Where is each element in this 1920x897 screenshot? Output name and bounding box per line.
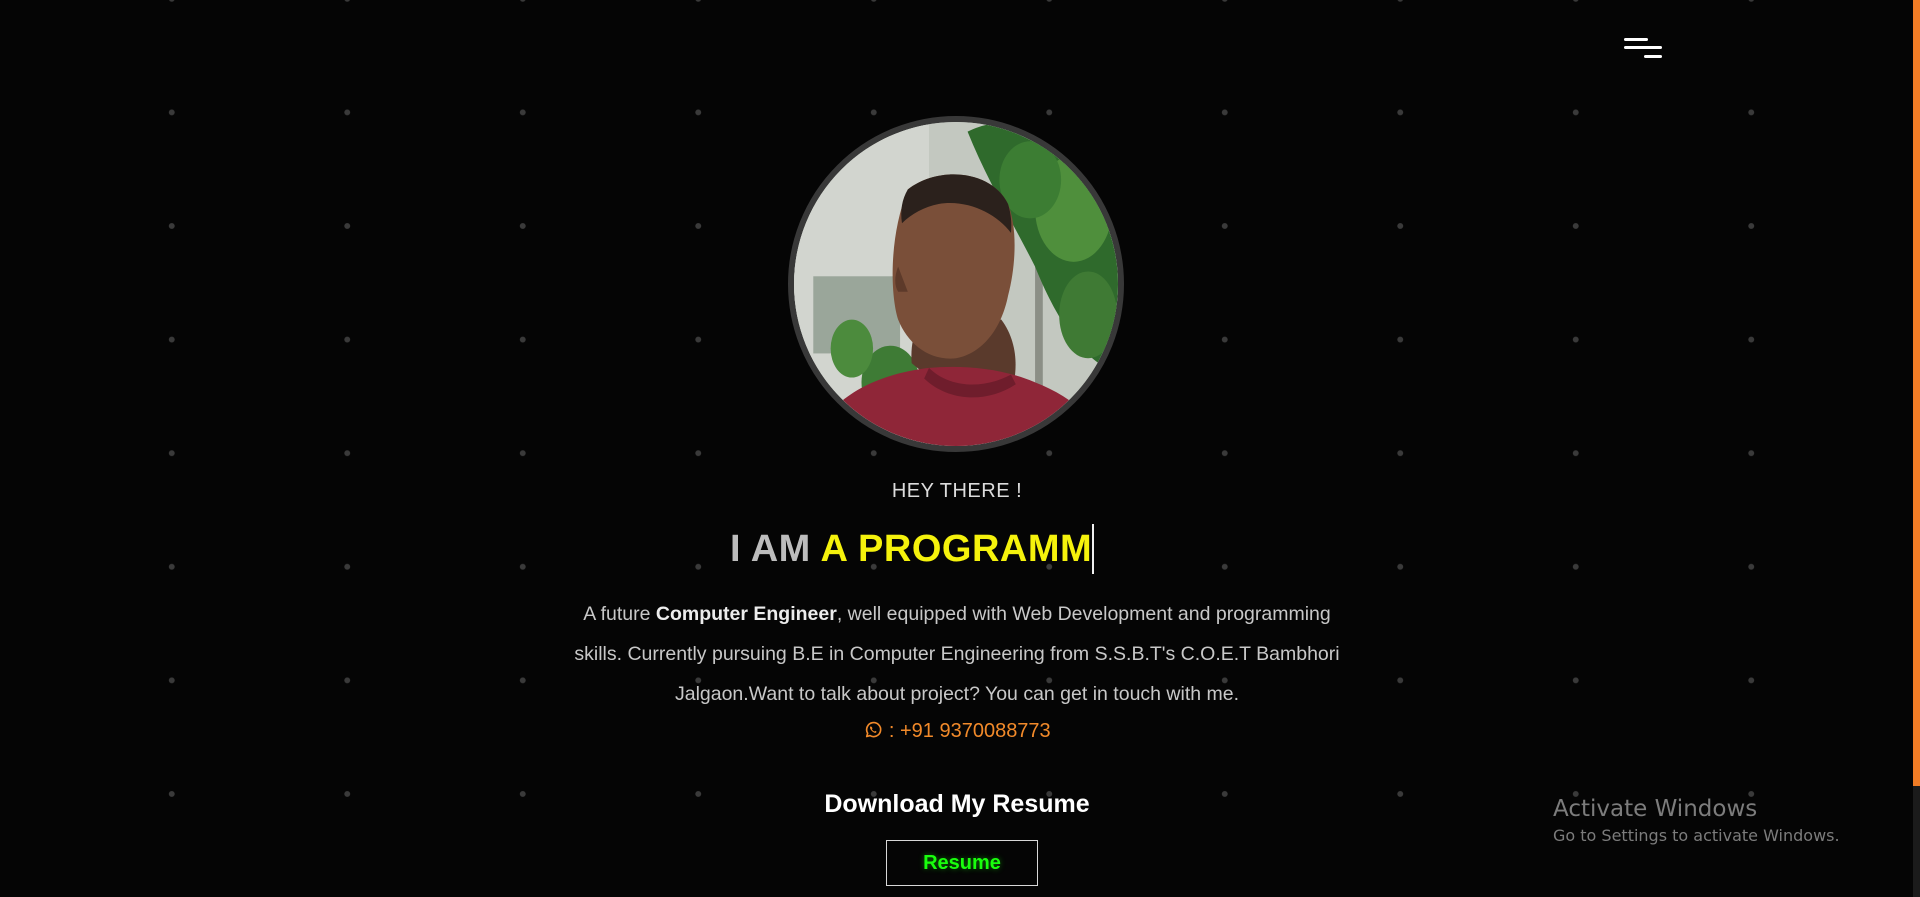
page-scrollbar[interactable] xyxy=(1913,0,1920,897)
menu-bar-top xyxy=(1624,38,1648,41)
profile-photo xyxy=(788,116,1124,452)
watermark-subtitle: Go to Settings to activate Windows. xyxy=(1553,826,1840,845)
hero-headline: I AM A PROGRAMM xyxy=(730,524,1095,574)
resume-download-button[interactable]: Resume xyxy=(886,840,1038,886)
windows-activation-watermark: Activate Windows Go to Settings to activ… xyxy=(1553,794,1840,848)
headline-lead: I AM xyxy=(730,528,821,570)
phone-number: : +91 9370088773 xyxy=(883,720,1051,742)
watermark-title: Activate Windows xyxy=(1553,796,1758,822)
whatsapp-contact-link[interactable]: : +91 9370088773 xyxy=(0,720,1914,743)
portfolio-page: HEY THERE ! I AM A PROGRAMM A future Com… xyxy=(0,0,1920,897)
hero-greeting: HEY THERE ! xyxy=(891,480,1023,502)
bio-text-start: A future xyxy=(583,603,656,625)
bio-emphasis: Computer Engineer xyxy=(655,603,837,625)
scrollbar-thumb[interactable] xyxy=(1913,0,1920,786)
hero-bio: A future Computer Engineer, well equippe… xyxy=(570,594,1344,714)
menu-bar-bottom xyxy=(1644,55,1662,58)
typing-cursor xyxy=(1092,524,1095,574)
menu-bar-middle xyxy=(1624,46,1662,49)
hamburger-menu-icon[interactable] xyxy=(1620,36,1664,66)
whatsapp-icon xyxy=(866,721,882,738)
headline-typed-text: A PROGRAMM xyxy=(820,528,1093,570)
